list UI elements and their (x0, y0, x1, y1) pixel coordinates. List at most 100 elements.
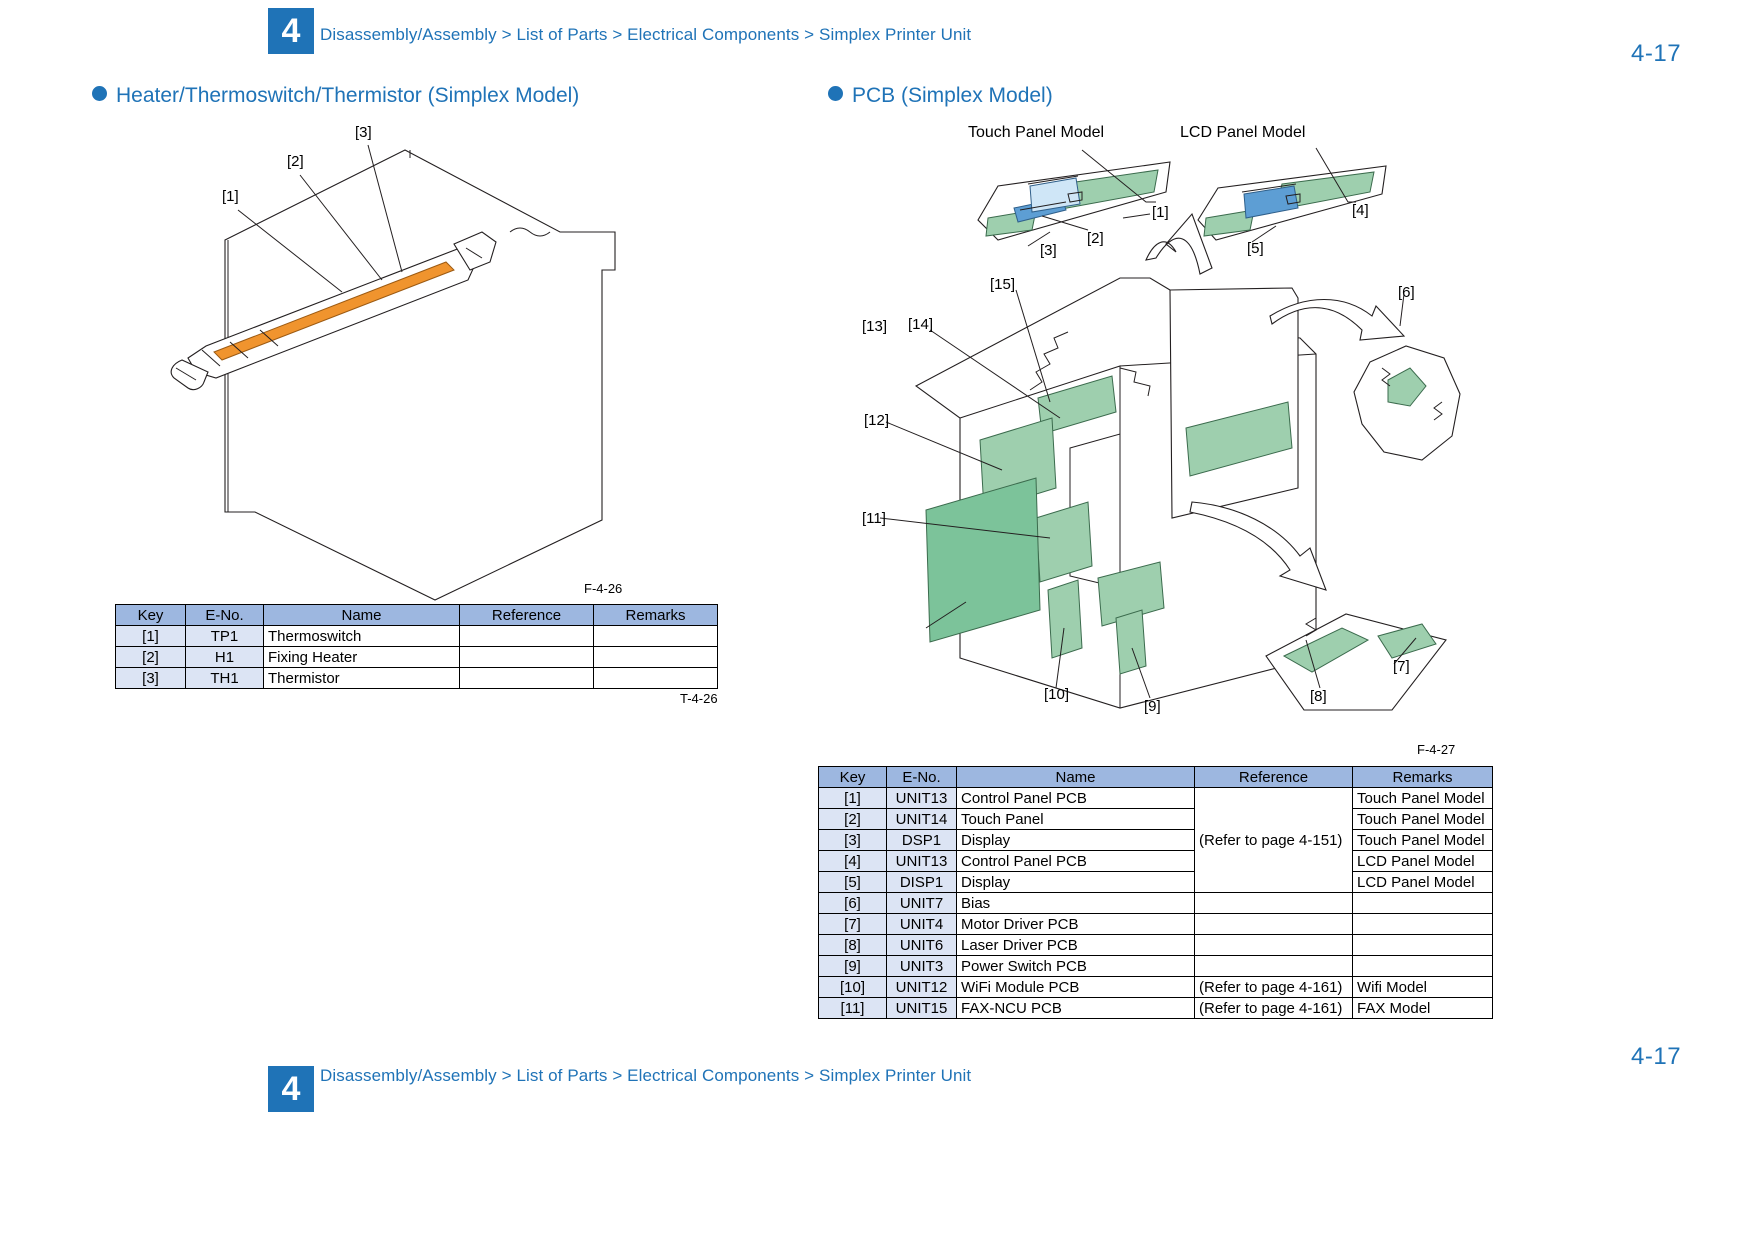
callout-5: [5] (1247, 240, 1264, 257)
column-header-eno: E-No. (886, 766, 957, 788)
cell-remarks: Touch Panel Model (1352, 829, 1493, 851)
cell-name: Display (956, 871, 1195, 893)
cell-key: [11] (818, 997, 887, 1019)
callout-9: [9] (1144, 698, 1161, 715)
cell-eno: UNIT14 (886, 808, 957, 830)
cell-name: WiFi Module PCB (956, 976, 1195, 998)
cell-remarks: FAX Model (1352, 997, 1493, 1019)
cell-reference (1194, 892, 1353, 914)
cell-key: [2] (818, 808, 887, 830)
cell-name: FAX-NCU PCB (956, 997, 1195, 1019)
footer-page-number: 4-17 (1631, 1043, 1682, 1070)
section-title-pcb: PCB (Simplex Model) (828, 84, 1053, 108)
callout-8: [8] (1310, 688, 1327, 705)
callout-1: [1] (222, 188, 239, 205)
cell-key: [3] (818, 829, 887, 851)
cell-remarks: LCD Panel Model (1352, 850, 1493, 872)
table-row: [9] UNIT3 Power Switch PCB (818, 955, 1493, 977)
cell-key: [6] (818, 892, 887, 914)
cell-name: Power Switch PCB (956, 955, 1195, 977)
section-title-pcb-label: PCB (Simplex Model) (852, 84, 1053, 107)
column-header-key: Key (818, 766, 887, 788)
table-row: [11] UNIT15 FAX-NCU PCB (Refer to page 4… (818, 997, 1493, 1019)
cell-name: Motor Driver PCB (956, 913, 1195, 935)
callout-6: [6] (1398, 284, 1415, 301)
cell-name: Touch Panel (956, 808, 1195, 830)
cell-name: Thermistor (263, 667, 460, 689)
cell-reference: (Refer to page 4-161) (1194, 976, 1353, 998)
cell-name: Fixing Heater (263, 646, 460, 668)
cell-name: Control Panel PCB (956, 850, 1195, 872)
column-header-name: Name (263, 604, 460, 626)
cell-reference (1194, 934, 1353, 956)
callout-1: [1] (1152, 204, 1169, 221)
footer-chapter-badge: 4 (268, 1066, 314, 1112)
cell-remarks (1352, 892, 1493, 914)
cell-key: [1] (115, 625, 186, 647)
callout-12: [12] (864, 412, 890, 429)
cell-eno: DSP1 (886, 829, 957, 851)
table-row: [8] UNIT6 Laser Driver PCB (818, 934, 1493, 956)
table-row: [5] DISP1 Display LCD Panel Model (818, 871, 1493, 893)
cell-name: Control Panel PCB (956, 787, 1195, 809)
cell-eno: UNIT6 (886, 934, 957, 956)
table-row: [3] TH1 Thermistor (115, 667, 718, 689)
bullet-icon (828, 86, 843, 101)
callout-3: [3] (355, 124, 372, 141)
callout-2: [2] (1087, 230, 1104, 247)
cell-key: [5] (818, 871, 887, 893)
cell-eno: UNIT12 (886, 976, 957, 998)
column-header-reference: Reference (1194, 766, 1353, 788)
cell-reference: (Refer to page 4-161) (1194, 997, 1353, 1019)
callout-13: [13] (862, 318, 888, 335)
callout-2: [2] (287, 153, 304, 170)
cell-remarks (593, 646, 718, 668)
table-row: [1] TP1 Thermoswitch (115, 625, 718, 647)
cell-remarks: Wifi Model (1352, 976, 1493, 998)
cell-remarks: Touch Panel Model (1352, 808, 1493, 830)
cell-eno: UNIT3 (886, 955, 957, 977)
cell-eno: UNIT13 (886, 787, 957, 809)
cell-reference (1194, 955, 1353, 977)
callout-10: [10] (1044, 686, 1070, 703)
cell-key: [3] (115, 667, 186, 689)
column-header-eno: E-No. (185, 604, 264, 626)
cell-reference (459, 667, 594, 689)
heater-assembly-illustration: [1] [2] [3] (110, 120, 730, 601)
cell-key: [9] (818, 955, 887, 977)
header-page-number: 4-17 (1631, 40, 1682, 67)
cell-remarks: LCD Panel Model (1352, 871, 1493, 893)
cell-remarks (1352, 955, 1493, 977)
callout-15: [15] (990, 276, 1016, 293)
model-label-touch-panel: Touch Panel Model (968, 124, 1105, 141)
callout-3: [3] (1040, 242, 1057, 259)
table-row: [2] H1 Fixing Heater (115, 646, 718, 668)
column-header-key: Key (115, 604, 186, 626)
cell-reference-merged: (Refer to page 4-151) (1194, 787, 1353, 893)
pcb-10 (1047, 579, 1083, 659)
column-header-reference: Reference (459, 604, 594, 626)
model-label-lcd-panel: LCD Panel Model (1180, 124, 1306, 141)
pcb-9 (1115, 609, 1147, 675)
callout-14: [14] (908, 316, 934, 333)
section-title-heater-label: Heater/Thermoswitch/Thermistor (Simplex … (116, 84, 580, 107)
callout-11: [11] (862, 510, 886, 527)
cell-key: [4] (818, 850, 887, 872)
header-chapter-badge: 4 (268, 8, 314, 54)
cell-reference (459, 625, 594, 647)
bullet-icon (92, 86, 107, 101)
cell-eno: UNIT13 (886, 850, 957, 872)
cell-name: Thermoswitch (263, 625, 460, 647)
cell-eno: TH1 (185, 667, 264, 689)
cell-reference (459, 646, 594, 668)
table-row: [6] UNIT7 Bias (818, 892, 1493, 914)
table-row: [10] UNIT12 WiFi Module PCB (Refer to pa… (818, 976, 1493, 998)
cell-remarks (1352, 934, 1493, 956)
parts-table-pcb: Key E-No. Name Reference Remarks [1] UNI… (818, 766, 1493, 1019)
cell-remarks (593, 667, 718, 689)
footer-breadcrumb: Disassembly/Assembly > List of Parts > E… (320, 1066, 972, 1085)
cell-remarks (1352, 913, 1493, 935)
column-header-name: Name (956, 766, 1195, 788)
cell-name: Bias (956, 892, 1195, 914)
table-row: [4] UNIT13 Control Panel PCB LCD Panel M… (818, 850, 1493, 872)
